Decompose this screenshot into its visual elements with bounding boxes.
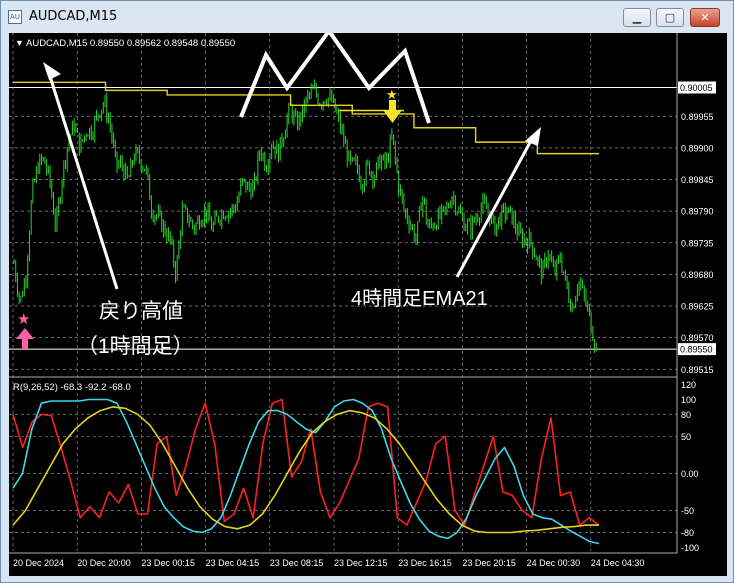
chart-area[interactable]: ▼ AUDCAD,M15 0.89550 0.89562 0.89548 0.8… [9, 27, 727, 576]
price-tick-label: 0.89900 [681, 143, 714, 153]
price-tick-label: 0.89790 [681, 207, 714, 217]
osc-tick-label: 120 [681, 380, 696, 390]
chart-symbol-info: AUDCAD,M15 0.89550 0.89562 0.89548 0.895… [26, 38, 235, 49]
time-tick-label: 23 Dec 12:15 [334, 558, 388, 568]
pullback-high-label: 戻り高値 [99, 300, 183, 323]
time-tick-label: 23 Dec 16:15 [398, 558, 452, 568]
window-title: AUDCAD,M15 [29, 9, 118, 24]
osc-tick-label: 0.00 [681, 469, 699, 479]
osc-tick-label: -50 [681, 506, 694, 516]
time-tick-label: 23 Dec 20:15 [462, 558, 516, 568]
osc-tick-label: -100 [681, 543, 699, 553]
star-marker-icon: ★ [17, 311, 30, 328]
ema-label: 4時間足EMA21 [351, 287, 488, 310]
time-tick-label: 23 Dec 00:15 [141, 558, 195, 568]
price-tick-label: 0.89515 [681, 365, 714, 375]
price-label-text: 0.90005 [680, 83, 713, 93]
price-tick-label: 0.89680 [681, 270, 714, 280]
chart-canvas[interactable]: ▼ AUDCAD,M15 0.89550 0.89562 0.89548 0.8… [9, 27, 727, 576]
star-marker-icon: ★ [386, 87, 398, 102]
osc-tick-label: 80 [681, 410, 691, 420]
minimize-button[interactable]: ▁ [623, 8, 651, 27]
indicator-header: R(9,26,52) -68.3 -92.2 -68.0 [13, 382, 131, 393]
time-tick-label: 23 Dec 08:15 [270, 558, 324, 568]
price-tick-label: 0.89625 [681, 302, 714, 312]
time-tick-label: 24 Dec 00:30 [527, 558, 581, 568]
chart-window-icon: AU [8, 10, 22, 24]
time-tick-label: 20 Dec 20:00 [77, 558, 131, 568]
osc-tick-label: 100 [681, 395, 696, 405]
maximize-button[interactable]: ▢ [656, 8, 684, 27]
price-tick-label: 0.89570 [681, 333, 714, 343]
osc-tick-label: 50 [681, 432, 691, 442]
pullback-high-sublabel: （1時間足） [77, 335, 194, 358]
close-button[interactable]: ✕ [690, 8, 720, 27]
price-tick-label: 0.89955 [681, 112, 714, 122]
osc-tick-label: -80 [681, 528, 694, 538]
chart-window: AU AUDCAD,M15 ▁ ▢ ✕ ▼ AUDCAD,M15 0.89550… [0, 0, 734, 583]
collapse-triangle-icon[interactable]: ▼ [15, 38, 24, 48]
time-tick-label: 23 Dec 04:15 [206, 558, 260, 568]
price-label-text: 0.89550 [680, 345, 713, 355]
title-bar[interactable]: AU AUDCAD,M15 ▁ ▢ ✕ [1, 1, 733, 33]
time-tick-label: 20 Dec 2024 [13, 558, 64, 568]
price-tick-label: 0.89735 [681, 238, 714, 248]
time-tick-label: 24 Dec 04:30 [591, 558, 645, 568]
price-tick-label: 0.89845 [681, 175, 714, 185]
